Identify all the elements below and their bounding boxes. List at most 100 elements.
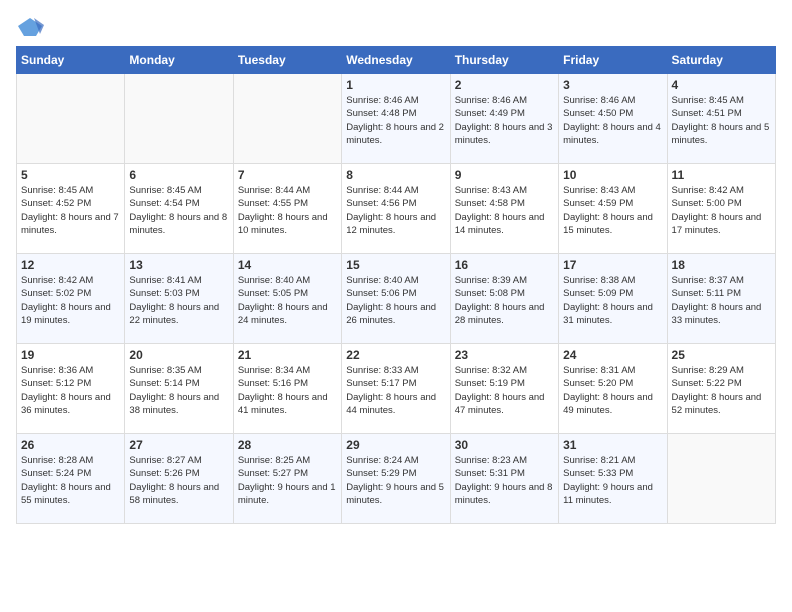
cell-detail: Sunrise: 8:27 AMSunset: 5:26 PMDaylight:…	[129, 454, 228, 507]
calendar-cell: 11 Sunrise: 8:42 AMSunset: 5:00 PMDaylig…	[667, 164, 775, 254]
day-number: 16	[455, 258, 554, 272]
logo-icon	[16, 16, 44, 38]
cell-detail: Sunrise: 8:45 AMSunset: 4:54 PMDaylight:…	[129, 184, 228, 237]
calendar-cell: 30 Sunrise: 8:23 AMSunset: 5:31 PMDaylig…	[450, 434, 558, 524]
weekday-header-thursday: Thursday	[450, 47, 558, 74]
cell-detail: Sunrise: 8:43 AMSunset: 4:58 PMDaylight:…	[455, 184, 554, 237]
calendar-cell: 17 Sunrise: 8:38 AMSunset: 5:09 PMDaylig…	[559, 254, 667, 344]
day-number: 11	[672, 168, 771, 182]
calendar-cell: 10 Sunrise: 8:43 AMSunset: 4:59 PMDaylig…	[559, 164, 667, 254]
calendar-cell: 16 Sunrise: 8:39 AMSunset: 5:08 PMDaylig…	[450, 254, 558, 344]
cell-detail: Sunrise: 8:43 AMSunset: 4:59 PMDaylight:…	[563, 184, 662, 237]
cell-detail: Sunrise: 8:28 AMSunset: 5:24 PMDaylight:…	[21, 454, 120, 507]
calendar-cell: 18 Sunrise: 8:37 AMSunset: 5:11 PMDaylig…	[667, 254, 775, 344]
day-number: 27	[129, 438, 228, 452]
cell-detail: Sunrise: 8:46 AMSunset: 4:50 PMDaylight:…	[563, 94, 662, 147]
day-number: 13	[129, 258, 228, 272]
cell-detail: Sunrise: 8:45 AMSunset: 4:52 PMDaylight:…	[21, 184, 120, 237]
weekday-header-row: SundayMondayTuesdayWednesdayThursdayFrid…	[17, 47, 776, 74]
day-number: 26	[21, 438, 120, 452]
calendar-cell: 4 Sunrise: 8:45 AMSunset: 4:51 PMDayligh…	[667, 74, 775, 164]
calendar-cell: 26 Sunrise: 8:28 AMSunset: 5:24 PMDaylig…	[17, 434, 125, 524]
day-number: 22	[346, 348, 445, 362]
weekday-header-friday: Friday	[559, 47, 667, 74]
day-number: 15	[346, 258, 445, 272]
day-number: 3	[563, 78, 662, 92]
cell-detail: Sunrise: 8:37 AMSunset: 5:11 PMDaylight:…	[672, 274, 771, 327]
week-row-1: 1 Sunrise: 8:46 AMSunset: 4:48 PMDayligh…	[17, 74, 776, 164]
day-number: 25	[672, 348, 771, 362]
day-number: 30	[455, 438, 554, 452]
cell-detail: Sunrise: 8:31 AMSunset: 5:20 PMDaylight:…	[563, 364, 662, 417]
week-row-3: 12 Sunrise: 8:42 AMSunset: 5:02 PMDaylig…	[17, 254, 776, 344]
calendar-cell: 13 Sunrise: 8:41 AMSunset: 5:03 PMDaylig…	[125, 254, 233, 344]
calendar-cell: 2 Sunrise: 8:46 AMSunset: 4:49 PMDayligh…	[450, 74, 558, 164]
day-number: 19	[21, 348, 120, 362]
day-number: 20	[129, 348, 228, 362]
calendar-cell: 12 Sunrise: 8:42 AMSunset: 5:02 PMDaylig…	[17, 254, 125, 344]
cell-detail: Sunrise: 8:46 AMSunset: 4:49 PMDaylight:…	[455, 94, 554, 147]
week-row-2: 5 Sunrise: 8:45 AMSunset: 4:52 PMDayligh…	[17, 164, 776, 254]
cell-detail: Sunrise: 8:35 AMSunset: 5:14 PMDaylight:…	[129, 364, 228, 417]
day-number: 2	[455, 78, 554, 92]
calendar-cell: 29 Sunrise: 8:24 AMSunset: 5:29 PMDaylig…	[342, 434, 450, 524]
weekday-header-monday: Monday	[125, 47, 233, 74]
calendar-cell: 8 Sunrise: 8:44 AMSunset: 4:56 PMDayligh…	[342, 164, 450, 254]
cell-detail: Sunrise: 8:39 AMSunset: 5:08 PMDaylight:…	[455, 274, 554, 327]
weekday-header-sunday: Sunday	[17, 47, 125, 74]
calendar-cell: 28 Sunrise: 8:25 AMSunset: 5:27 PMDaylig…	[233, 434, 341, 524]
cell-detail: Sunrise: 8:21 AMSunset: 5:33 PMDaylight:…	[563, 454, 662, 507]
day-number: 28	[238, 438, 337, 452]
day-number: 10	[563, 168, 662, 182]
cell-detail: Sunrise: 8:42 AMSunset: 5:02 PMDaylight:…	[21, 274, 120, 327]
calendar-cell: 7 Sunrise: 8:44 AMSunset: 4:55 PMDayligh…	[233, 164, 341, 254]
cell-detail: Sunrise: 8:45 AMSunset: 4:51 PMDaylight:…	[672, 94, 771, 147]
cell-detail: Sunrise: 8:40 AMSunset: 5:06 PMDaylight:…	[346, 274, 445, 327]
cell-detail: Sunrise: 8:46 AMSunset: 4:48 PMDaylight:…	[346, 94, 445, 147]
calendar-cell: 6 Sunrise: 8:45 AMSunset: 4:54 PMDayligh…	[125, 164, 233, 254]
cell-detail: Sunrise: 8:41 AMSunset: 5:03 PMDaylight:…	[129, 274, 228, 327]
calendar-cell: 27 Sunrise: 8:27 AMSunset: 5:26 PMDaylig…	[125, 434, 233, 524]
day-number: 29	[346, 438, 445, 452]
calendar-cell: 22 Sunrise: 8:33 AMSunset: 5:17 PMDaylig…	[342, 344, 450, 434]
day-number: 14	[238, 258, 337, 272]
cell-detail: Sunrise: 8:44 AMSunset: 4:56 PMDaylight:…	[346, 184, 445, 237]
day-number: 17	[563, 258, 662, 272]
day-number: 12	[21, 258, 120, 272]
calendar-cell: 23 Sunrise: 8:32 AMSunset: 5:19 PMDaylig…	[450, 344, 558, 434]
calendar-cell: 25 Sunrise: 8:29 AMSunset: 5:22 PMDaylig…	[667, 344, 775, 434]
calendar-cell: 24 Sunrise: 8:31 AMSunset: 5:20 PMDaylig…	[559, 344, 667, 434]
day-number: 7	[238, 168, 337, 182]
calendar-cell: 31 Sunrise: 8:21 AMSunset: 5:33 PMDaylig…	[559, 434, 667, 524]
calendar-cell: 14 Sunrise: 8:40 AMSunset: 5:05 PMDaylig…	[233, 254, 341, 344]
calendar-cell	[125, 74, 233, 164]
calendar-cell	[17, 74, 125, 164]
calendar-cell: 20 Sunrise: 8:35 AMSunset: 5:14 PMDaylig…	[125, 344, 233, 434]
cell-detail: Sunrise: 8:33 AMSunset: 5:17 PMDaylight:…	[346, 364, 445, 417]
calendar-cell: 9 Sunrise: 8:43 AMSunset: 4:58 PMDayligh…	[450, 164, 558, 254]
day-number: 6	[129, 168, 228, 182]
weekday-header-saturday: Saturday	[667, 47, 775, 74]
cell-detail: Sunrise: 8:25 AMSunset: 5:27 PMDaylight:…	[238, 454, 337, 507]
day-number: 24	[563, 348, 662, 362]
cell-detail: Sunrise: 8:36 AMSunset: 5:12 PMDaylight:…	[21, 364, 120, 417]
day-number: 31	[563, 438, 662, 452]
cell-detail: Sunrise: 8:42 AMSunset: 5:00 PMDaylight:…	[672, 184, 771, 237]
calendar-table: SundayMondayTuesdayWednesdayThursdayFrid…	[16, 46, 776, 524]
calendar-cell: 15 Sunrise: 8:40 AMSunset: 5:06 PMDaylig…	[342, 254, 450, 344]
calendar-cell: 5 Sunrise: 8:45 AMSunset: 4:52 PMDayligh…	[17, 164, 125, 254]
week-row-4: 19 Sunrise: 8:36 AMSunset: 5:12 PMDaylig…	[17, 344, 776, 434]
cell-detail: Sunrise: 8:34 AMSunset: 5:16 PMDaylight:…	[238, 364, 337, 417]
cell-detail: Sunrise: 8:23 AMSunset: 5:31 PMDaylight:…	[455, 454, 554, 507]
day-number: 21	[238, 348, 337, 362]
calendar-cell: 19 Sunrise: 8:36 AMSunset: 5:12 PMDaylig…	[17, 344, 125, 434]
weekday-header-tuesday: Tuesday	[233, 47, 341, 74]
day-number: 5	[21, 168, 120, 182]
cell-detail: Sunrise: 8:32 AMSunset: 5:19 PMDaylight:…	[455, 364, 554, 417]
day-number: 8	[346, 168, 445, 182]
logo	[16, 16, 48, 38]
cell-detail: Sunrise: 8:29 AMSunset: 5:22 PMDaylight:…	[672, 364, 771, 417]
calendar-cell	[667, 434, 775, 524]
cell-detail: Sunrise: 8:40 AMSunset: 5:05 PMDaylight:…	[238, 274, 337, 327]
cell-detail: Sunrise: 8:24 AMSunset: 5:29 PMDaylight:…	[346, 454, 445, 507]
